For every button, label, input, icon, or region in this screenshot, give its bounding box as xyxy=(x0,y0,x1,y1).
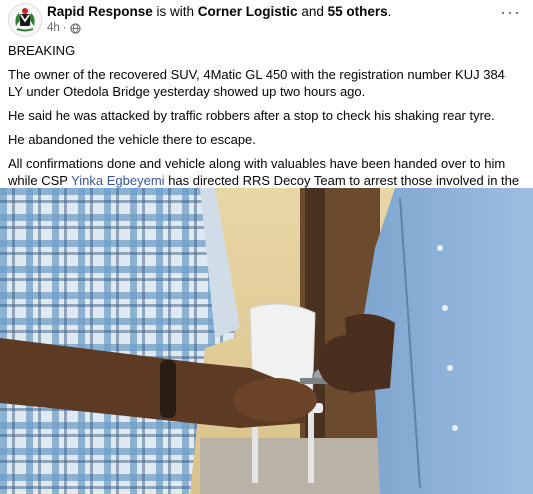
post-time[interactable]: 4h xyxy=(47,22,60,34)
coat-of-arms-logo xyxy=(9,4,41,36)
others-link[interactable]: 55 others xyxy=(328,4,388,19)
post-header: Rapid Response is with Corner Logistic a… xyxy=(0,0,533,40)
breaking-line: BREAKING xyxy=(8,43,76,58)
with-text: is with xyxy=(152,4,198,19)
post-meta: 4h · xyxy=(47,22,81,34)
period-text: . xyxy=(387,4,392,19)
facebook-post: Rapid Response is with Corner Logistic a… xyxy=(0,0,533,494)
tagged-page-link[interactable]: Corner Logistic xyxy=(198,4,298,19)
globe-icon[interactable] xyxy=(70,22,81,34)
meta-separator: · xyxy=(62,22,67,34)
and-text: and xyxy=(297,4,328,19)
post-author-line: Rapid Response is with Corner Logistic a… xyxy=(47,4,391,19)
mention-link[interactable]: Yinka Egbeyemi xyxy=(71,173,164,188)
paragraph-2: He said he was attacked by traffic robbe… xyxy=(8,108,495,123)
post-photo[interactable] xyxy=(0,188,533,494)
handover-photo-illustration xyxy=(0,188,533,494)
paragraph-1: The owner of the recovered SUV, 4Matic G… xyxy=(8,67,505,99)
author-name[interactable]: Rapid Response xyxy=(47,4,153,19)
paragraph-3: He abandoned the vehicle there to escape… xyxy=(8,132,256,147)
page-avatar[interactable] xyxy=(8,3,42,37)
more-options-icon[interactable]: ··· xyxy=(500,3,521,21)
